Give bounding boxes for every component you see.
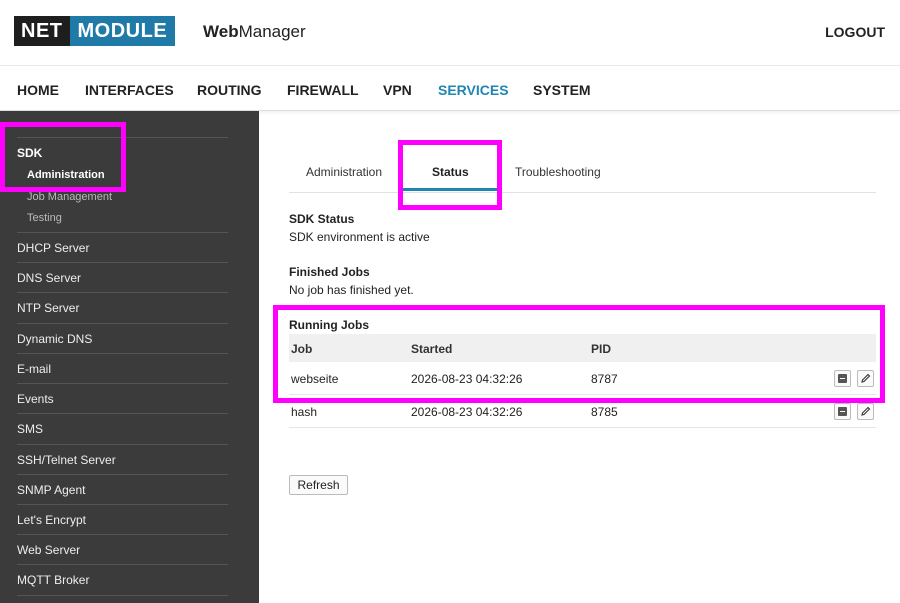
nav-interfaces[interactable]: INTERFACES — [85, 82, 174, 98]
nav-firewall[interactable]: FIREWALL — [287, 82, 359, 98]
app-name-bold: Web — [203, 22, 239, 41]
header: NET MODULE WebManager LOGOUT — [0, 0, 900, 66]
sidebar-sub-testing[interactable]: Testing — [27, 212, 62, 224]
tab-bar: Administration Status Troubleshooting — [289, 155, 876, 193]
logout-link[interactable]: LOGOUT — [825, 24, 885, 40]
sdk-status-title: SDK Status — [289, 212, 355, 226]
edit-job-button[interactable] — [857, 403, 874, 420]
logo-module: MODULE — [69, 16, 176, 46]
nav-home[interactable]: HOME — [17, 82, 59, 98]
sidebar-item-mqtt-broker[interactable]: MQTT Broker — [17, 564, 228, 594]
netmodule-logo[interactable]: NET MODULE — [14, 16, 176, 46]
highlight-status-tab — [398, 140, 502, 210]
stop-job-button[interactable] — [834, 403, 851, 420]
tab-administration[interactable]: Administration — [306, 165, 382, 179]
highlight-sdk-administration — [0, 122, 126, 192]
tab-troubleshooting[interactable]: Troubleshooting — [515, 165, 601, 179]
sidebar-item-web-server[interactable]: Web Server — [17, 534, 228, 564]
sidebar-divider — [17, 595, 228, 596]
nav-routing[interactable]: ROUTING — [197, 82, 262, 98]
sidebar-item-ssh-telnet[interactable]: SSH/Telnet Server — [17, 444, 228, 474]
top-nav: HOME INTERFACES ROUTING FIREWALL VPN SER… — [0, 67, 900, 111]
sidebar-item-lets-encrypt[interactable]: Let's Encrypt — [17, 504, 228, 534]
sidebar-sub-job-management[interactable]: Job Management — [27, 191, 112, 203]
nav-vpn[interactable]: VPN — [383, 82, 412, 98]
job-name: hash — [291, 405, 318, 419]
app-name: WebManager — [203, 22, 306, 42]
sidebar-item-snmp-agent[interactable]: SNMP Agent — [17, 474, 228, 504]
app-name-rest: Manager — [238, 22, 306, 41]
nav-services[interactable]: SERVICES — [438, 82, 509, 98]
sidebar-item-sms[interactable]: SMS — [17, 413, 228, 443]
sidebar-item-dynamic-dns[interactable]: Dynamic DNS — [17, 323, 228, 353]
finished-jobs-text: No job has finished yet. — [289, 283, 414, 297]
pencil-icon — [861, 406, 871, 416]
logo-net: NET — [14, 16, 70, 46]
sidebar-item-ntp-server[interactable]: NTP Server — [17, 292, 228, 322]
job-pid: 8785 — [591, 405, 618, 419]
highlight-running-jobs — [273, 305, 885, 403]
sidebar-item-email[interactable]: E-mail — [17, 353, 228, 383]
sdk-status-text: SDK environment is active — [289, 230, 430, 244]
finished-jobs-title: Finished Jobs — [289, 265, 370, 279]
sidebar-item-events[interactable]: Events — [17, 383, 228, 413]
sidebar-item-dhcp-server[interactable]: DHCP Server — [17, 232, 228, 262]
nav-system[interactable]: SYSTEM — [533, 82, 591, 98]
job-started: 2026-08-23 04:32:26 — [411, 405, 523, 419]
refresh-button[interactable]: Refresh — [289, 475, 348, 495]
sidebar-item-dns-server[interactable]: DNS Server — [17, 262, 228, 292]
